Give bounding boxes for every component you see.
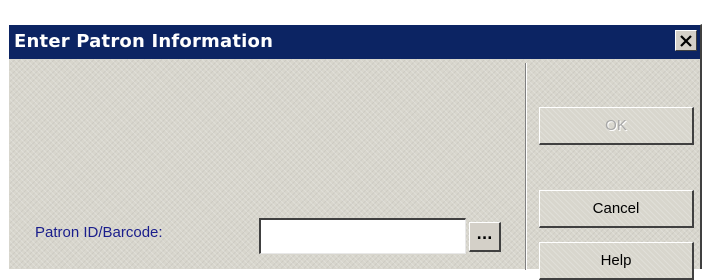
patron-dialog: Enter Patron Information Patron ID/Barco… bbox=[8, 24, 702, 280]
close-icon bbox=[680, 34, 692, 47]
ok-button[interactable]: OK bbox=[539, 107, 694, 145]
dialog-title: Enter Patron Information bbox=[14, 31, 274, 52]
patron-id-label: Patron ID/Barcode: bbox=[35, 224, 163, 241]
close-button[interactable] bbox=[675, 30, 697, 51]
title-bar: Enter Patron Information bbox=[9, 25, 700, 59]
vertical-divider bbox=[525, 63, 527, 270]
help-button[interactable]: Help bbox=[539, 242, 694, 280]
browse-button[interactable]: ... bbox=[469, 222, 501, 252]
cancel-button[interactable]: Cancel bbox=[539, 190, 694, 228]
patron-id-input[interactable] bbox=[259, 218, 466, 254]
